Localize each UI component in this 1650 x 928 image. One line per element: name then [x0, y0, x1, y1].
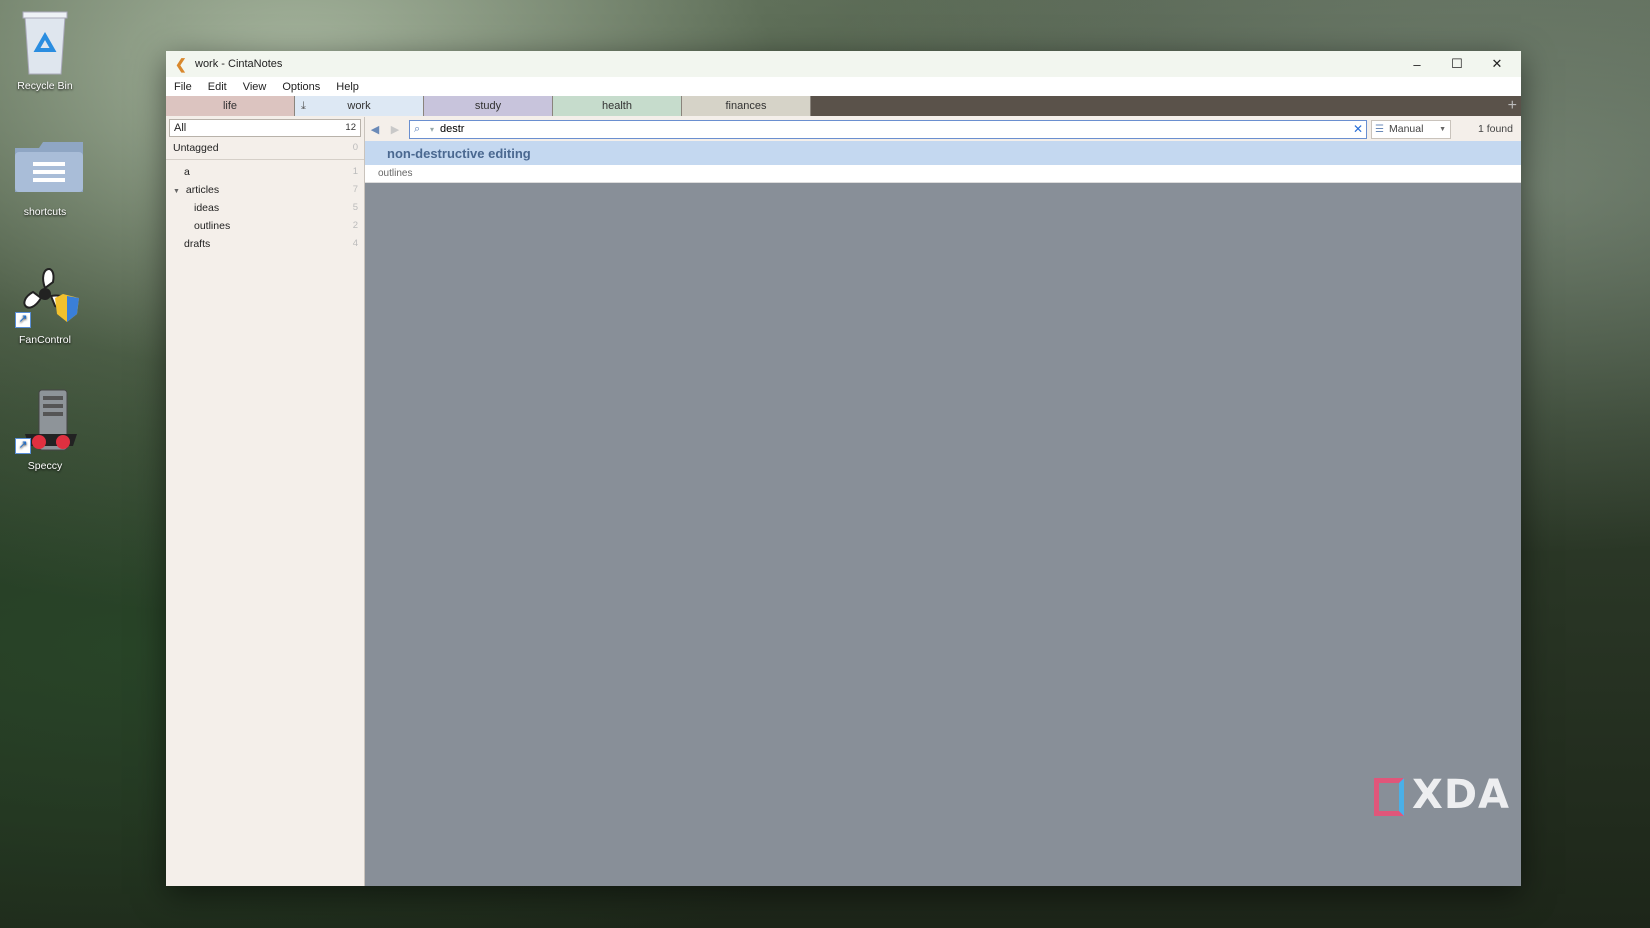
shortcut-arrow-icon: ↗: [15, 312, 31, 328]
computer-case-icon: ↗: [13, 388, 77, 456]
desktop-icon-shortcuts[interactable]: shortcuts: [4, 134, 86, 218]
cintanotes-window: ❮ work - CintaNotes – ☐ ✕ File Edit View…: [166, 51, 1521, 886]
menu-view[interactable]: View: [235, 81, 275, 93]
fan-icon: ↗: [13, 262, 79, 330]
tag-label: outlines: [194, 220, 231, 232]
menu-file[interactable]: File: [166, 81, 200, 93]
cintanotes-app-icon: ❮: [175, 56, 187, 72]
search-toolbar: ◀ ▶ ⌕ ▾ ✕ ☰ Manual ▼ 1 found: [365, 117, 1521, 141]
tag-outlines[interactable]: outlines 2: [166, 217, 364, 235]
tag-label: Untagged: [173, 142, 219, 154]
desktop-icon-label: Recycle Bin: [17, 80, 73, 92]
tag-count: 4: [352, 238, 358, 249]
tag-count: 5: [352, 202, 358, 213]
search-options-icon[interactable]: ▾: [430, 125, 434, 134]
title-bar[interactable]: ❮ work - CintaNotes – ☐ ✕: [166, 51, 1521, 77]
menu-help[interactable]: Help: [328, 81, 367, 93]
tag-count: 7: [352, 184, 358, 195]
download-icon: ⤓: [301, 100, 306, 112]
tag-untagged[interactable]: Untagged 0: [166, 139, 364, 157]
tag-count: 2: [352, 220, 358, 231]
tag-filter-all[interactable]: All 12: [169, 119, 361, 137]
desktop-icon-recycle-bin[interactable]: Recycle Bin: [4, 8, 86, 92]
tag-sidebar: All 12 Untagged 0 a 1 ▼ articles 7 ideas…: [166, 117, 365, 886]
desktop-icon-fancontrol[interactable]: ↗ FanControl: [4, 262, 86, 346]
sidebar-divider: [166, 159, 364, 160]
tag-drafts[interactable]: drafts 4: [166, 235, 364, 253]
tag-count: 12: [345, 122, 356, 133]
add-tab-button[interactable]: +: [1508, 96, 1517, 116]
tab-label: work: [347, 100, 371, 112]
notes-pane: ◀ ▶ ⌕ ▾ ✕ ☰ Manual ▼ 1 found non-destruc…: [365, 117, 1521, 886]
tab-finances[interactable]: finances: [682, 96, 811, 116]
tab-work[interactable]: ⤓ work: [295, 96, 424, 116]
tab-label: finances: [725, 100, 767, 112]
tag-count: 1: [352, 166, 358, 177]
window-title: work - CintaNotes: [195, 58, 283, 70]
menu-options[interactable]: Options: [274, 81, 328, 93]
tag-a[interactable]: a 1: [166, 163, 364, 181]
chevron-down-icon: ▼: [1439, 125, 1446, 133]
desktop-icon-speccy[interactable]: ↗ Speccy: [4, 388, 86, 472]
watermark-text: XDA: [1412, 772, 1510, 818]
recycle-bin-icon: [13, 8, 77, 76]
tab-label: study: [474, 100, 502, 112]
back-arrow-icon[interactable]: ◀: [365, 123, 385, 136]
desktop-icon-label: Speccy: [27, 460, 63, 472]
search-icon[interactable]: ⌕: [414, 123, 428, 136]
tag-label: All: [174, 122, 187, 134]
tag-label: a: [184, 166, 190, 178]
desktop-icon-label: shortcuts: [23, 206, 67, 218]
sort-dropdown[interactable]: ☰ Manual ▼: [1371, 119, 1451, 139]
search-input[interactable]: [440, 123, 1350, 135]
content-area: All 12 Untagged 0 a 1 ▼ articles 7 ideas…: [166, 117, 1521, 886]
tab-study[interactable]: study: [424, 96, 553, 116]
note-item[interactable]: non-destructive editing: [365, 141, 1521, 165]
xda-watermark: XDA: [1374, 772, 1510, 818]
tag-count: 0: [352, 142, 358, 153]
shortcut-arrow-icon: ↗: [15, 438, 31, 454]
tag-ideas[interactable]: ideas 5: [166, 199, 364, 217]
tab-life[interactable]: life: [166, 96, 295, 116]
expand-toggle-icon[interactable]: ▼: [173, 188, 180, 195]
tag-articles[interactable]: ▼ articles 7: [166, 181, 364, 199]
menu-bar: File Edit View Options Help: [166, 77, 1521, 96]
sort-value: Manual: [1389, 123, 1424, 135]
tab-health[interactable]: health: [553, 96, 682, 116]
xda-logo-icon: [1374, 778, 1404, 816]
note-tags-row[interactable]: outlines: [365, 165, 1521, 183]
clear-search-icon[interactable]: ✕: [1350, 122, 1366, 136]
note-tag: outlines: [378, 168, 413, 179]
tab-label: life: [222, 100, 238, 112]
tag-label: ideas: [194, 202, 220, 214]
minimize-button[interactable]: –: [1397, 51, 1437, 77]
tag-label: drafts: [184, 238, 211, 250]
sort-icon: ☰: [1375, 123, 1384, 135]
notes-empty-area[interactable]: [365, 183, 1521, 886]
folder-icon: [13, 134, 83, 202]
forward-arrow-icon[interactable]: ▶: [385, 123, 405, 136]
close-button[interactable]: ✕: [1477, 51, 1517, 77]
results-count: 1 found: [1477, 123, 1513, 135]
desktop-icon-label: FanControl: [19, 334, 71, 346]
tag-label: articles: [185, 184, 220, 196]
section-tabs: life ⤓ work study health finances +: [166, 96, 1521, 116]
tab-label: health: [602, 100, 632, 112]
maximize-button[interactable]: ☐: [1437, 51, 1477, 77]
search-box: ⌕ ▾ ✕: [409, 119, 1367, 139]
menu-edit[interactable]: Edit: [200, 81, 235, 93]
note-title: non-destructive editing: [387, 145, 531, 161]
